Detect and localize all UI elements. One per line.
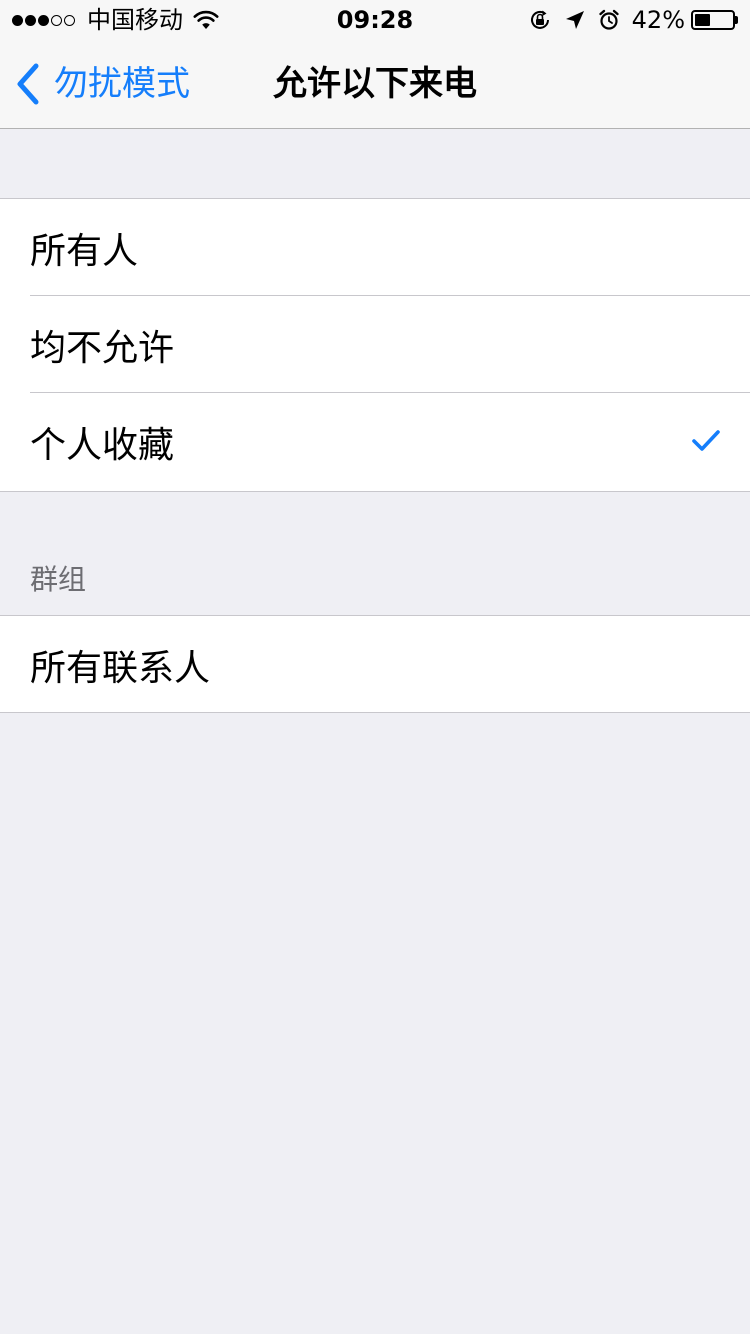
option-label: 均不允许 <box>30 327 175 369</box>
option-label: 个人收藏 <box>30 424 175 466</box>
alarm-icon <box>598 9 619 30</box>
checkmark-icon <box>692 430 720 451</box>
status-bar: 中国移动 09:28 42% <box>0 0 750 40</box>
option-favorites[interactable]: 个人收藏 <box>0 392 750 490</box>
status-right: 42% <box>516 6 738 34</box>
option-all-contacts[interactable]: 所有联系人 <box>0 616 750 713</box>
rotation-lock-icon <box>530 10 549 29</box>
page-title: 允许以下来电 <box>273 64 477 104</box>
battery-percent: 42% <box>631 6 685 34</box>
option-everyone[interactable]: 所有人 <box>0 199 750 296</box>
groups-list: 所有联系人 <box>0 615 750 713</box>
option-no-one[interactable]: 均不允许 <box>0 295 750 393</box>
battery-fill <box>695 14 710 26</box>
location-arrow-icon <box>565 11 584 29</box>
section-header-groups: 群组 <box>30 563 87 596</box>
navigation-bar: 勿扰模式 允许以下来电 <box>0 40 750 129</box>
option-label: 所有人 <box>30 230 139 272</box>
option-label: 所有联系人 <box>30 647 211 689</box>
battery-cap <box>735 16 738 24</box>
battery-icon <box>691 10 735 30</box>
allow-calls-options: 所有人 均不允许 个人收藏 <box>0 198 750 492</box>
